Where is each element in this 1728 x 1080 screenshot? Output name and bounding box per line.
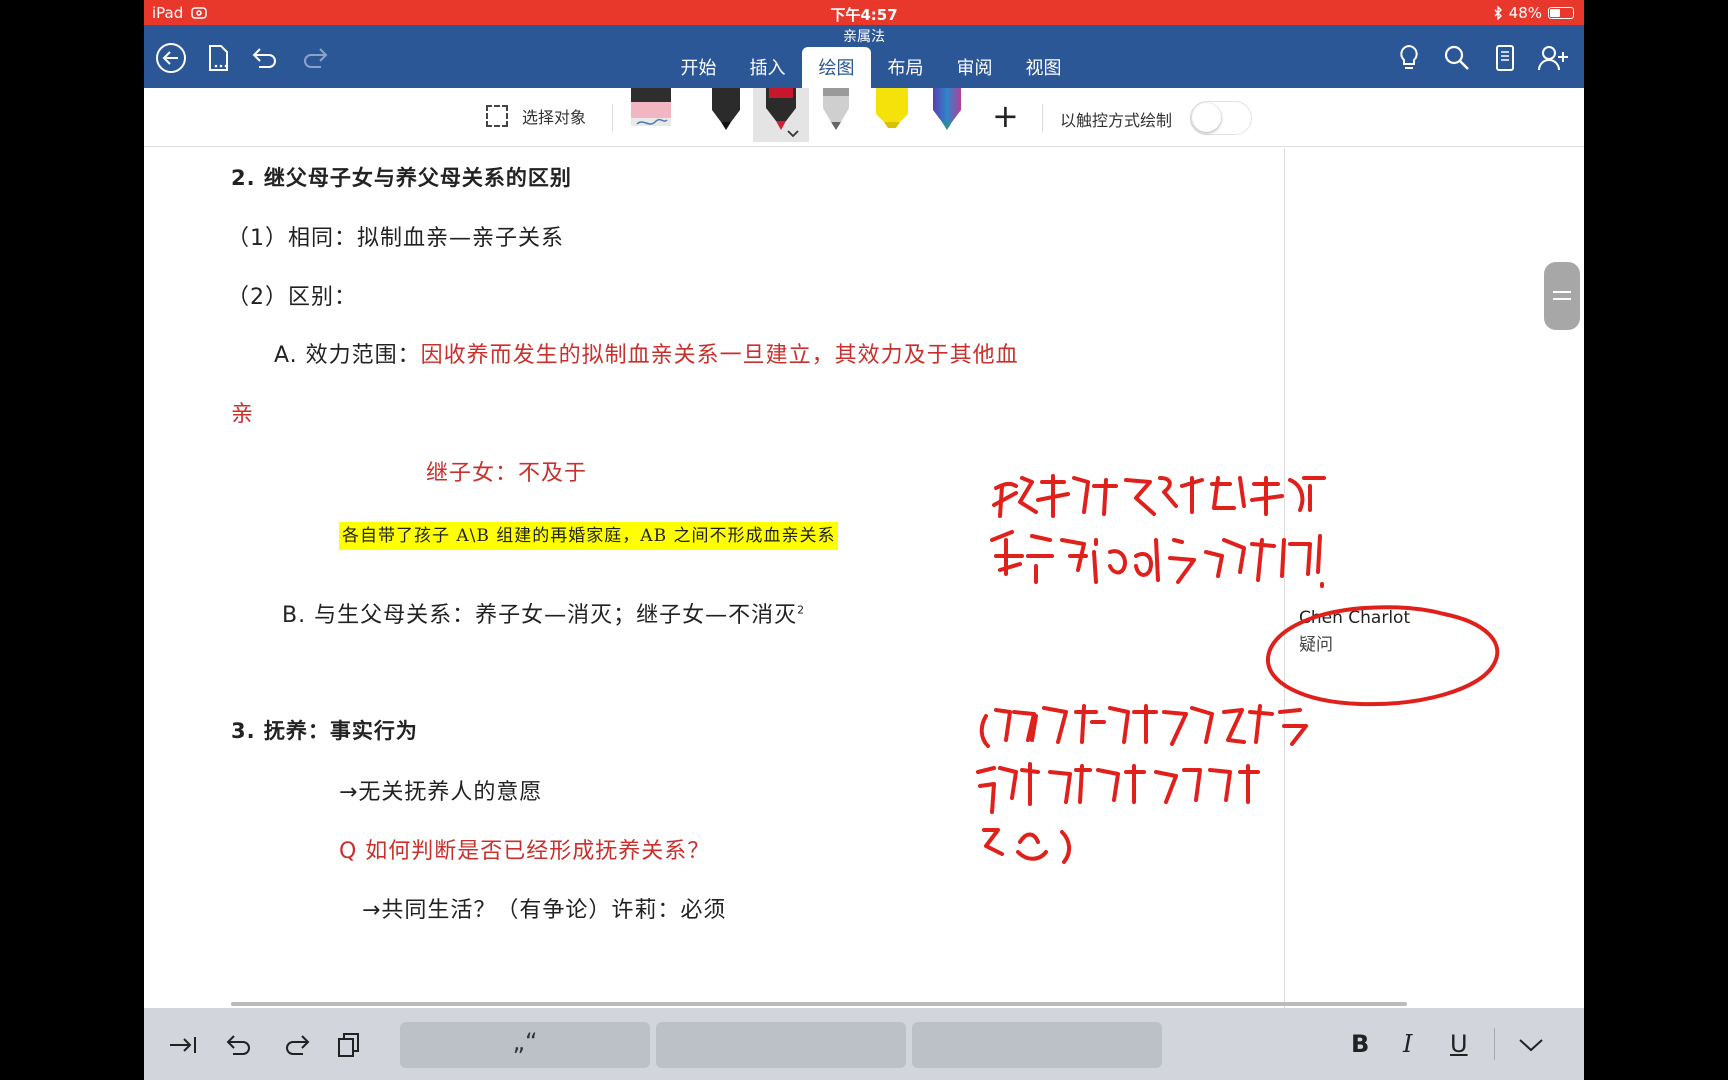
horizontal-scrollbar[interactable] — [231, 1002, 1407, 1006]
keyboard-undo-button[interactable] — [222, 1028, 256, 1062]
plus-icon: + — [992, 97, 1019, 135]
paragraph-a-red-text: 因收养而发生的拟制血亲关系一旦建立，其效力及于其他血 — [420, 343, 1019, 368]
paragraph-a: A. 效力范围：因收养而发生的拟制血亲关系一旦建立，其效力及于其他血 — [274, 337, 1019, 369]
chevron-down-icon — [1519, 1039, 1543, 1052]
touch-draw-label: 以触控方式绘制 — [1060, 111, 1173, 130]
stepchild-line: 继子女：不及于 — [426, 461, 588, 486]
galaxy-pen-icon — [933, 88, 961, 130]
touch-draw-toggle[interactable] — [1190, 101, 1252, 135]
document-title: 亲属法 — [843, 29, 885, 45]
toolbar-divider — [612, 104, 613, 132]
pencil-icon — [823, 88, 849, 130]
section-heading-2: 2. 继父母子女与养父母关系的区别 — [231, 166, 572, 190]
tab-5[interactable]: 视图 — [1009, 47, 1078, 88]
comment-author: Chen Charlot — [1299, 608, 1411, 628]
add-person-icon — [1538, 46, 1568, 71]
back-arrow-icon — [156, 43, 186, 73]
tab-key-button[interactable] — [166, 1028, 200, 1062]
bluetooth-icon — [1494, 6, 1502, 20]
paragraph-a-prefix: A. 效力范围： — [274, 343, 421, 368]
galaxy-pen-tool[interactable] — [930, 88, 964, 146]
tab-1[interactable]: 插入 — [733, 47, 802, 88]
phone-view-icon — [1496, 45, 1514, 71]
toggle-knob — [1192, 103, 1221, 132]
highlighted-note: 各自带了孩子 A\B 组建的再婚家庭，AB 之间不形成血亲关系 — [339, 521, 839, 550]
keyboard-shortcut-bar: „“ B I U — [144, 1008, 1584, 1080]
pen-black-tool[interactable] — [709, 88, 743, 146]
search-button[interactable] — [1440, 41, 1474, 75]
status-bar: iPad 下午4:57 48% — [144, 0, 1584, 25]
tab-3[interactable]: 布局 — [871, 47, 940, 88]
comment-bubble[interactable]: Chen Charlot 疑问 — [1299, 608, 1410, 655]
select-objects-label: 选择对象 — [522, 108, 587, 127]
undo-icon — [252, 48, 276, 68]
paragraph-b-text: B. 与生父母关系：养子女—消灭；继子女—不消灭 — [282, 603, 798, 628]
marquee-select-icon — [486, 105, 508, 127]
pen-options-chevron[interactable] — [786, 124, 800, 143]
tab-2[interactable]: 绘图 — [802, 47, 871, 88]
tell-me-button[interactable] — [1392, 41, 1426, 75]
paragraph-a-continued: 亲 — [231, 402, 255, 427]
paragraph-b: B. 与生父母关系：养子女—消灭；继子女—不消灭2 — [282, 597, 805, 629]
document-page[interactable]: 2. 继父母子女与养父母关系的区别 （1）相同：拟制血亲—亲子关系 （2）区别：… — [144, 148, 1584, 1008]
suggestion-chip-0[interactable]: „“ — [400, 1022, 650, 1068]
ipad-screen: iPad 下午4:57 48% 亲属法 开始 插入 绘图 布局 审阅 视图 选择… — [144, 0, 1584, 1080]
ribbon-tabs: 开始 插入 绘图 布局 审阅 视图 — [664, 47, 1078, 88]
ribbon-header: 亲属法 开始 插入 绘图 布局 审阅 视图 — [144, 25, 1584, 88]
back-button[interactable] — [154, 41, 188, 75]
eraser-icon — [631, 88, 671, 126]
chevron-down-icon — [787, 130, 799, 138]
black-pen-icon — [712, 88, 740, 130]
highlighter-yellow-tool[interactable] — [874, 88, 910, 146]
keyboard-paste-button[interactable] — [332, 1028, 366, 1062]
file-icon — [209, 45, 228, 71]
comment-pane-divider — [1284, 148, 1285, 1008]
tab-arrow-icon — [170, 1037, 196, 1053]
lightbulb-icon — [1400, 44, 1418, 69]
section-heading-3: 3. 抚养：事实行为 — [231, 719, 418, 743]
kbar-divider — [1494, 1028, 1495, 1060]
arrow-line-1: →无关抚养人的意愿 — [339, 780, 543, 805]
draw-toolbar: 选择对象 + 以触控方式绘制 — [144, 88, 1584, 147]
question-line: Q 如何判断是否已经形成抚养关系？ — [339, 839, 711, 864]
dismiss-keyboard-button[interactable] — [1514, 1028, 1548, 1062]
suggestion-chip-1[interactable] — [656, 1022, 906, 1068]
search-icon — [1444, 45, 1469, 70]
paragraph-same: （1）相同：拟制血亲—亲子关系 — [227, 226, 564, 251]
italic-button[interactable]: I — [1403, 1030, 1412, 1058]
file-button[interactable] — [202, 41, 236, 75]
tab-0[interactable]: 开始 — [664, 47, 733, 88]
keyboard-redo-button[interactable] — [280, 1028, 314, 1062]
footnote-ref[interactable]: 2 — [797, 604, 805, 617]
eraser-tool[interactable] — [629, 88, 673, 146]
vertical-scroll-handle[interactable] — [1544, 262, 1580, 330]
tab-4[interactable]: 审阅 — [940, 47, 1009, 88]
arrow-line-2: →共同生活？（有争论）许莉：必须 — [362, 898, 727, 923]
suggestion-chip-2[interactable] — [912, 1022, 1162, 1068]
battery-icon — [1548, 7, 1574, 19]
redo-button[interactable] — [298, 41, 332, 75]
select-objects-button[interactable]: 选择对象 — [486, 104, 586, 128]
clipboard-icon — [338, 1033, 359, 1057]
undo-icon — [226, 1035, 250, 1055]
redo-icon — [304, 48, 328, 68]
paragraph-difference: （2）区别： — [227, 285, 357, 310]
redo-icon — [286, 1035, 310, 1055]
status-time: 下午4:57 — [830, 6, 898, 24]
bold-button[interactable]: B — [1351, 1030, 1369, 1058]
underline-button[interactable]: U — [1450, 1030, 1468, 1058]
pencil-tool[interactable] — [820, 88, 852, 146]
highlighted-text: 各自带了孩子 A\B 组建的再婚家庭，AB 之间不形成血亲关系 — [339, 522, 839, 550]
add-pen-button[interactable]: + — [992, 100, 1019, 132]
reading-view-button[interactable] — [1488, 41, 1522, 75]
share-button[interactable] — [1536, 41, 1570, 75]
comment-text: 疑问 — [1299, 635, 1333, 655]
undo-button[interactable] — [248, 41, 282, 75]
toolbar-divider — [1042, 104, 1043, 132]
battery-percent: 48% — [1508, 4, 1542, 22]
yellow-highlighter-icon — [876, 88, 908, 128]
